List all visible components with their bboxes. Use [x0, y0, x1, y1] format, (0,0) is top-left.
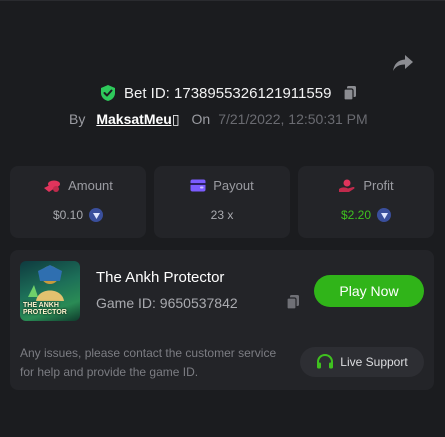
profit-label: Profit [363, 178, 394, 193]
share-button[interactable] [391, 52, 415, 74]
share-icon [393, 55, 413, 71]
shield-check-icon [101, 85, 115, 101]
wallet-icon [190, 179, 206, 192]
coins-icon [44, 180, 61, 192]
payout-value: 23 x [210, 208, 234, 222]
game-id: Game ID: 9650537842 [96, 295, 238, 311]
copy-game-id-icon[interactable] [286, 294, 300, 310]
amount-value: $0.10 [52, 208, 84, 222]
amount-card: Amount $0.10 [10, 166, 146, 238]
profit-hand-icon [339, 179, 355, 192]
amount-label: Amount [68, 178, 113, 193]
profit-value: $2.20 [340, 208, 372, 222]
top-divider [0, 0, 445, 1]
bet-id-row: Bet ID: 1738955326121911559 [100, 83, 357, 103]
payout-card: Payout 23 x [154, 166, 290, 238]
bet-meta-row: By MaksatMeu▯ On 7/21/2022, 12:50:31 PM [69, 109, 368, 129]
currency-coin-icon [377, 208, 392, 222]
by-label: By [69, 111, 86, 127]
live-support-label: Live Support [340, 355, 408, 369]
play-now-button[interactable]: Play Now [314, 275, 424, 307]
bet-datetime: 7/21/2022, 12:50:31 PM [218, 111, 368, 127]
game-panel: THE ANKH PROTECTOR The Ankh Protector Ga… [10, 250, 434, 390]
thumbnail-title: THE ANKH PROTECTOR [23, 302, 67, 316]
live-support-button[interactable]: Live Support [300, 347, 424, 377]
on-label: On [191, 111, 211, 127]
currency-coin-icon [89, 208, 104, 222]
username-link[interactable]: MaksatMeu▯ [96, 111, 179, 128]
game-name: The Ankh Protector [96, 269, 225, 286]
headset-icon [317, 354, 334, 369]
copy-bet-id-icon[interactable] [343, 85, 357, 101]
help-text: Any issues, please contact the customer … [20, 346, 277, 379]
profit-card: Profit $2.20 [298, 166, 434, 238]
game-thumbnail[interactable]: THE ANKH PROTECTOR [20, 261, 80, 321]
payout-label: Payout [213, 178, 254, 193]
bet-id: Bet ID: 1738955326121911559 [124, 84, 332, 102]
